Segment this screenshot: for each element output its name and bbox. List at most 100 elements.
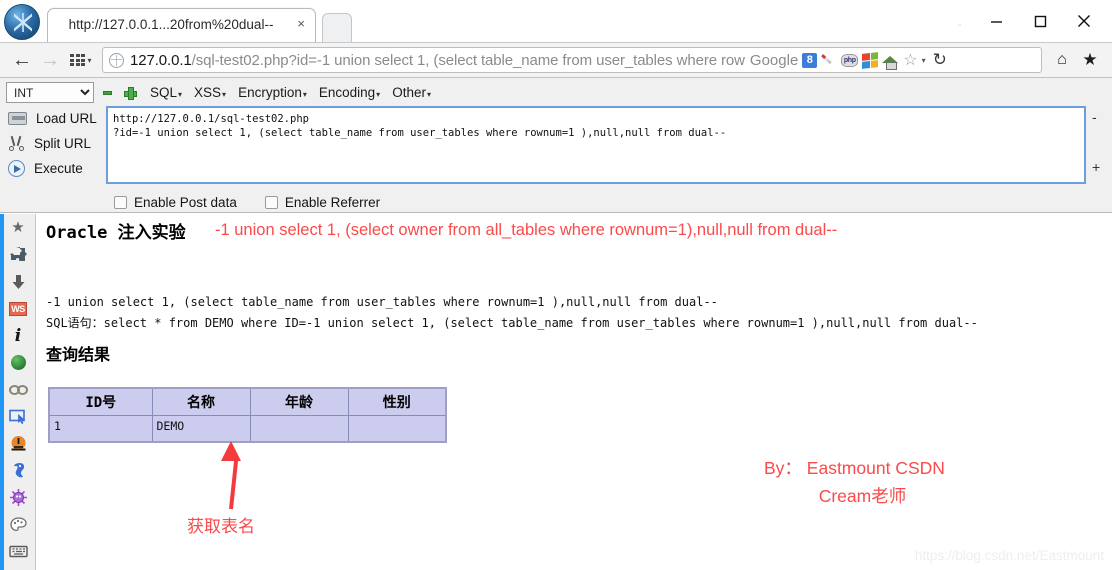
globe-icon bbox=[109, 52, 124, 68]
new-tab-button[interactable] bbox=[322, 13, 352, 42]
download-arrow-icon[interactable] bbox=[0, 268, 36, 295]
chevron-down-icon: ▾ bbox=[376, 90, 381, 99]
textarea-resize-controls: - + bbox=[1088, 106, 1108, 184]
echo-line: -1 union select 1, (select table_name fr… bbox=[46, 295, 718, 309]
browser-tab-active[interactable]: http://127.0.0.1...20from%20dual-- × bbox=[47, 8, 316, 42]
virus-icon[interactable] bbox=[0, 484, 36, 511]
result-heading: 查询结果 bbox=[46, 345, 111, 364]
extension-sidebar: ★ WS i bbox=[0, 214, 36, 570]
annotation-arrow-icon bbox=[217, 441, 245, 510]
google-badge-label: 8 bbox=[802, 52, 818, 68]
address-bar[interactable]: 127.0.0.1/sql-test02.php?id=-1 union sel… bbox=[102, 47, 1042, 73]
menu-xss-label: XSS bbox=[194, 85, 222, 100]
table-header-cell: 名称 bbox=[151, 387, 251, 416]
address-dropdown-icon[interactable]: ▾ bbox=[922, 56, 926, 65]
navigation-toolbar: ← → ▾ 127.0.0.1/sql-test02.php?id=-1 uni… bbox=[0, 42, 1112, 78]
byline-line2: Cream老师 bbox=[818, 486, 907, 506]
watermark: https://blog.csdn.net/Eastmount bbox=[914, 548, 1104, 563]
home-button[interactable]: ⌂ bbox=[1048, 47, 1076, 73]
chevron-down-icon: ▾ bbox=[222, 90, 227, 99]
minimize-button[interactable] bbox=[974, 0, 1018, 42]
menu-sql[interactable]: SQL▾ bbox=[150, 85, 182, 100]
plus-icon bbox=[123, 87, 137, 100]
menu-xss[interactable]: XSS▾ bbox=[194, 85, 226, 100]
page-title: Oracle 注入实验 bbox=[46, 223, 186, 243]
forward-button[interactable]: → bbox=[36, 47, 64, 73]
menu-other[interactable]: Other▾ bbox=[392, 85, 431, 100]
grid-icon bbox=[70, 54, 86, 66]
back-arrow-icon: ← bbox=[12, 49, 32, 71]
back-button[interactable]: ← bbox=[8, 47, 36, 73]
orange-lamp-icon[interactable] bbox=[0, 430, 36, 457]
increase-button[interactable] bbox=[120, 83, 138, 103]
tab-list-chevron-icon[interactable]: ˇ bbox=[958, 24, 972, 35]
select-element-icon[interactable] bbox=[0, 403, 36, 430]
enable-referrer-checkbox[interactable]: Enable Referrer bbox=[264, 195, 381, 210]
enable-post-data-label: Enable Post data bbox=[134, 195, 237, 210]
windows-extension-icon[interactable] bbox=[862, 51, 879, 69]
home-icon: ⌂ bbox=[1057, 51, 1067, 68]
maximize-button[interactable] bbox=[1018, 0, 1062, 42]
scissors-icon bbox=[8, 136, 25, 151]
ws-badge-icon[interactable]: WS bbox=[0, 295, 36, 322]
pen-tool-icon[interactable] bbox=[821, 52, 837, 68]
home-extension-icon[interactable] bbox=[882, 53, 899, 70]
hackbar-body: Load URL Split URL Execute - + bbox=[0, 104, 1112, 189]
seahorse-icon[interactable] bbox=[0, 457, 36, 484]
google-badge-icon[interactable]: 8 bbox=[802, 52, 818, 68]
green-globe-icon[interactable] bbox=[0, 349, 36, 376]
hackbar-options: Enable Post data Enable Referrer bbox=[0, 189, 1112, 210]
tab-close-icon[interactable]: × bbox=[297, 17, 305, 31]
table-header-cell: ID号 bbox=[48, 387, 153, 416]
link-chain-icon[interactable] bbox=[0, 376, 36, 403]
palette-icon[interactable] bbox=[0, 511, 36, 538]
menu-encryption-label: Encryption bbox=[238, 85, 302, 100]
hackbar-panel: INT SQL▾ XSS▾ Encryption▾ Encoding▾ Othe… bbox=[0, 78, 1112, 213]
menu-encoding-label: Encoding bbox=[318, 85, 376, 100]
chevron-down-icon: ▾ bbox=[302, 90, 307, 99]
page-content: Oracle 注入实验 -1 union select 1, (select o… bbox=[37, 214, 1112, 570]
execute-button[interactable]: Execute bbox=[8, 156, 106, 181]
menu-encoding[interactable]: Encoding▾ bbox=[319, 85, 380, 100]
star-icon[interactable]: ★ bbox=[0, 214, 36, 241]
chevron-down-icon: ▾ bbox=[178, 90, 183, 99]
firefox-logo-icon bbox=[4, 4, 40, 40]
table-header-cell: 性别 bbox=[347, 387, 447, 416]
minus-icon bbox=[102, 90, 112, 95]
split-url-button[interactable]: Split URL bbox=[8, 131, 106, 156]
execute-label: Execute bbox=[34, 161, 83, 176]
textarea-shrink-button[interactable]: - bbox=[1092, 110, 1097, 124]
reload-button[interactable]: ↻ bbox=[933, 50, 947, 70]
apps-grid-button[interactable]: ▾ bbox=[64, 47, 98, 73]
query-result-table: ID号 名称 年龄 性别 1 DEMO bbox=[48, 387, 447, 443]
textarea-grow-button[interactable]: + bbox=[1092, 160, 1100, 174]
menu-encryption[interactable]: Encryption▾ bbox=[238, 85, 307, 100]
checkbox-box[interactable] bbox=[114, 196, 127, 209]
puzzle-piece-icon[interactable] bbox=[0, 241, 36, 268]
load-url-button[interactable]: Load URL bbox=[8, 106, 106, 131]
url-host: 127.0.0.1 bbox=[130, 51, 192, 69]
menu-sql-label: SQL bbox=[150, 85, 178, 100]
bookmarks-button[interactable]: ★ bbox=[1076, 47, 1104, 73]
checkbox-box[interactable] bbox=[264, 196, 278, 209]
table-cell-age bbox=[249, 414, 349, 443]
php-extension-icon[interactable]: php bbox=[841, 53, 859, 67]
bookmark-star-outline-icon[interactable]: ☆ bbox=[903, 50, 917, 70]
hackbar-url-textarea[interactable] bbox=[106, 106, 1086, 184]
reload-icon: ↻ bbox=[932, 50, 947, 69]
play-icon bbox=[8, 160, 25, 177]
enable-post-data-checkbox[interactable]: Enable Post data bbox=[114, 195, 237, 210]
decrease-button[interactable] bbox=[98, 83, 116, 103]
enable-referrer-label: Enable Referrer bbox=[284, 195, 381, 210]
annotation-get-table-name: 获取表名 bbox=[187, 517, 255, 537]
close-button[interactable] bbox=[1062, 0, 1106, 42]
sql-statement-line: SQL语句：select * from DEMO where ID=-1 uni… bbox=[46, 316, 978, 330]
info-icon[interactable]: i bbox=[0, 322, 36, 349]
byline-annotation: By： Eastmount CSDN Cream老师 bbox=[764, 454, 945, 510]
menu-other-label: Other bbox=[392, 85, 426, 100]
hackbar-type-select[interactable]: INT bbox=[6, 82, 94, 103]
url-path: /sql-test02.php?id=-1 union select 1, (s… bbox=[191, 51, 745, 69]
table-row: 1 DEMO bbox=[48, 414, 447, 443]
keyboard-icon[interactable] bbox=[0, 538, 36, 565]
annotation-payload-note: -1 union select 1, (select owner from al… bbox=[215, 221, 838, 239]
